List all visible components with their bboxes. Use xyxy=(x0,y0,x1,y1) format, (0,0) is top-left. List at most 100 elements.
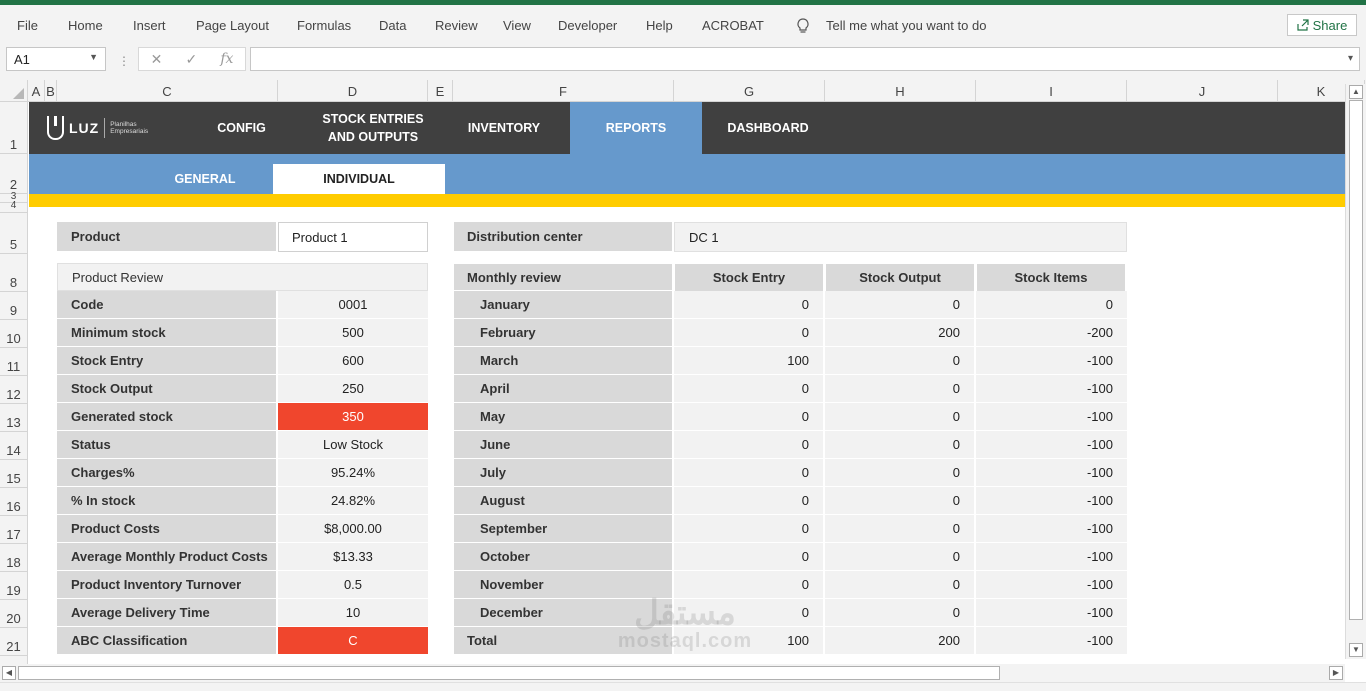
column-header[interactable]: A xyxy=(28,80,45,102)
column-header[interactable]: B xyxy=(45,80,57,102)
share-icon xyxy=(1297,19,1309,31)
report-subnav: GENERAL INDIVIDUAL xyxy=(29,154,1345,194)
ribbon-tabs: File Home Insert Page Layout Formulas Da… xyxy=(0,5,1366,36)
vertical-scroll-thumb[interactable] xyxy=(1349,100,1363,620)
review-label: ABC Classification xyxy=(57,627,276,655)
column-header[interactable]: C xyxy=(57,80,278,102)
month-label: April xyxy=(454,375,672,403)
column-header[interactable]: E xyxy=(428,80,453,102)
product-select[interactable]: Product 1 xyxy=(278,222,428,252)
scroll-up-icon[interactable]: ▲ xyxy=(1349,85,1363,99)
nav-config[interactable]: CONFIG xyxy=(199,102,284,154)
subnav-individual[interactable]: INDIVIDUAL xyxy=(273,164,445,194)
row-header[interactable]: 9 xyxy=(0,292,28,320)
monthly-review-title: Monthly review xyxy=(454,264,672,291)
tell-me-search[interactable]: Tell me what you want to do xyxy=(826,18,986,33)
row-header[interactable]: 21 xyxy=(0,628,28,656)
chevron-down-icon[interactable]: ▼ xyxy=(89,52,98,62)
scroll-right-icon[interactable]: ▶ xyxy=(1329,666,1343,680)
row-header[interactable]: 15 xyxy=(0,460,28,488)
month-label: January xyxy=(454,291,672,319)
column-headers: A B C D E F G H I J K xyxy=(0,80,1366,102)
vertical-scrollbar[interactable]: ▲ ▼ xyxy=(1345,84,1366,659)
month-label: May xyxy=(454,403,672,431)
row-header[interactable]: 2 xyxy=(0,154,28,194)
column-header[interactable]: I xyxy=(976,80,1127,102)
tab-home[interactable]: Home xyxy=(68,18,103,33)
logo-subtitle-line: Planilhas xyxy=(110,121,137,128)
column-header[interactable]: G xyxy=(674,80,825,102)
column-header[interactable]: F xyxy=(453,80,674,102)
column-header[interactable]: J xyxy=(1127,80,1278,102)
review-label: Product Inventory Turnover xyxy=(57,571,276,599)
worksheet: LUZ Planilhas Empresariais CONFIG STOCK … xyxy=(29,102,1345,656)
nav-reports[interactable]: REPORTS xyxy=(570,102,702,154)
row-header[interactable]: 16 xyxy=(0,488,28,516)
review-label: Status xyxy=(57,431,276,459)
name-box[interactable]: A1 ▼ xyxy=(6,47,106,71)
horizontal-scrollbar[interactable]: ◀ ▶ xyxy=(0,664,1345,682)
subnav-general[interactable]: GENERAL xyxy=(139,164,271,194)
tab-view[interactable]: View xyxy=(503,18,531,33)
output-cell: 0 xyxy=(825,599,974,627)
tab-formulas[interactable]: Formulas xyxy=(297,18,351,33)
month-label: June xyxy=(454,431,672,459)
review-value: $8,000.00 xyxy=(278,515,428,543)
scroll-left-icon[interactable]: ◀ xyxy=(2,666,16,680)
row-header[interactable]: 12 xyxy=(0,376,28,404)
share-button[interactable]: Share xyxy=(1287,14,1357,36)
review-value: 0001 xyxy=(278,291,428,319)
entry-cell: 0 xyxy=(674,515,823,543)
row-header[interactable]: 17 xyxy=(0,516,28,544)
logo-icon xyxy=(47,116,64,140)
accent-stripe xyxy=(29,194,1345,207)
watermark-url: mostaql.com xyxy=(617,630,753,652)
tab-acrobat[interactable]: ACROBAT xyxy=(702,18,764,33)
row-header[interactable]: 14 xyxy=(0,432,28,460)
row-header[interactable]: 8 xyxy=(0,254,28,292)
entry-cell: 0 xyxy=(674,543,823,571)
product-review-title: Product Review xyxy=(57,263,428,291)
row-header[interactable]: 4 xyxy=(0,201,28,213)
row-header[interactable]: 10 xyxy=(0,320,28,348)
row-header[interactable]: 20 xyxy=(0,600,28,628)
tab-developer[interactable]: Developer xyxy=(558,18,617,33)
enter-icon[interactable]: ✓ xyxy=(185,51,197,68)
expand-formula-icon[interactable]: ▾ xyxy=(1348,53,1353,64)
row-header[interactable]: 1 xyxy=(0,102,28,154)
distribution-center-select[interactable]: DC 1 xyxy=(674,222,1127,252)
cancel-icon[interactable]: ✕ xyxy=(151,51,163,68)
column-header[interactable]: H xyxy=(825,80,976,102)
review-value: 500 xyxy=(278,319,428,347)
formula-input[interactable]: ▾ xyxy=(250,47,1360,71)
row-header[interactable]: 18 xyxy=(0,544,28,572)
status-bar xyxy=(0,682,1366,691)
row-header[interactable]: 19 xyxy=(0,572,28,600)
insert-function-icon[interactable]: fx xyxy=(220,51,233,67)
row-header[interactable]: 5 xyxy=(0,213,28,254)
tab-help[interactable]: Help xyxy=(646,18,673,33)
entry-cell: 0 xyxy=(674,319,823,347)
tab-page-layout[interactable]: Page Layout xyxy=(196,18,269,33)
entry-cell: 0 xyxy=(674,375,823,403)
row-header[interactable]: 13 xyxy=(0,404,28,432)
row-header[interactable]: 11 xyxy=(0,348,28,376)
tab-insert[interactable]: Insert xyxy=(133,18,166,33)
formula-bar-grip-icon: ⋮ xyxy=(118,54,130,68)
horizontal-scroll-thumb[interactable] xyxy=(18,666,1000,680)
nav-dashboard[interactable]: DASHBOARD xyxy=(702,102,834,154)
tab-data[interactable]: Data xyxy=(379,18,406,33)
select-all-corner[interactable] xyxy=(0,80,28,102)
entry-cell: 100 xyxy=(674,347,823,375)
review-value: 95.24% xyxy=(278,459,428,487)
logo-text: LUZ xyxy=(69,120,100,136)
tab-file[interactable]: File xyxy=(17,18,38,33)
output-cell: 0 xyxy=(825,291,974,319)
nav-inventory[interactable]: INVENTORY xyxy=(449,102,559,154)
output-cell: 200 xyxy=(825,319,974,347)
nav-stock-entries[interactable]: STOCK ENTRIES AND OUTPUTS xyxy=(314,102,432,154)
tab-review[interactable]: Review xyxy=(435,18,478,33)
scroll-down-icon[interactable]: ▼ xyxy=(1349,643,1363,657)
column-header[interactable]: D xyxy=(278,80,428,102)
items-cell: -100 xyxy=(976,459,1127,487)
